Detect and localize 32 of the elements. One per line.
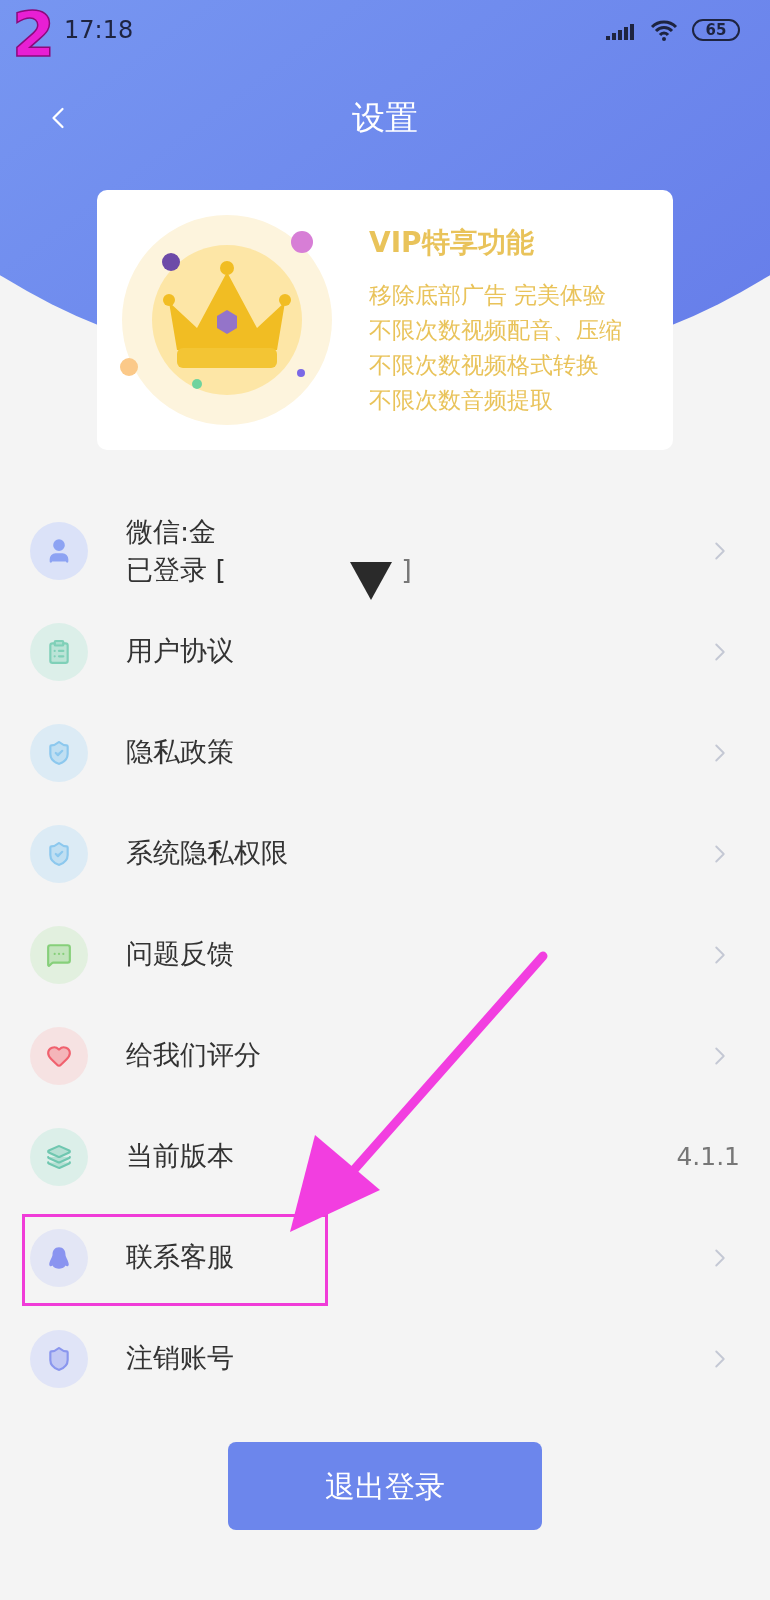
settings-row[interactable]: 联系客服 bbox=[0, 1207, 770, 1308]
row-label: 当前版本 bbox=[126, 1139, 234, 1174]
row-label: 联系客服 bbox=[126, 1240, 234, 1275]
page-title: 设置 bbox=[352, 96, 418, 139]
row-label: 注销账号 bbox=[126, 1341, 234, 1376]
bracket-end: ] bbox=[401, 552, 412, 587]
settings-row[interactable]: 注销账号 bbox=[0, 1308, 770, 1409]
triangle-icon bbox=[350, 562, 392, 600]
settings-row[interactable]: 隐私政策 bbox=[0, 702, 770, 803]
status-time: 17:18 bbox=[64, 15, 134, 46]
settings-row[interactable]: 当前版本 4.1.1 bbox=[0, 1106, 770, 1207]
login-status: 已登录 [ bbox=[126, 552, 227, 587]
row-label: 问题反馈 bbox=[126, 937, 234, 972]
account-row[interactable]: 微信:金 已登录 [ ] bbox=[0, 500, 770, 601]
row-label: 隐私政策 bbox=[126, 735, 234, 770]
row-label: 给我们评分 bbox=[126, 1038, 261, 1073]
annotation-number: 2 bbox=[12, 4, 56, 66]
battery-indicator: 65 bbox=[692, 19, 740, 41]
settings-row[interactable]: 系统隐私权限 bbox=[0, 803, 770, 904]
row-label: 用户协议 bbox=[126, 634, 234, 669]
wifi-icon bbox=[650, 19, 678, 41]
settings-row[interactable]: 问题反馈 bbox=[0, 904, 770, 1005]
settings-row[interactable]: 用户协议 bbox=[0, 601, 770, 702]
vip-feature: 不限次数音频提取 bbox=[369, 386, 554, 415]
row-label: 系统隐私权限 bbox=[126, 836, 288, 871]
vip-feature: 不限次数视频配音、压缩 bbox=[369, 316, 622, 345]
vip-feature: 移除底部广告 完美体验 bbox=[369, 281, 608, 310]
settings-row[interactable]: 给我们评分 bbox=[0, 1005, 770, 1106]
vip-title: VIP特享功能 bbox=[369, 225, 535, 261]
vip-feature: 不限次数视频格式转换 bbox=[369, 351, 600, 380]
account-name: 微信:金 bbox=[126, 514, 218, 549]
version-number: 4.1.1 bbox=[676, 1140, 740, 1173]
